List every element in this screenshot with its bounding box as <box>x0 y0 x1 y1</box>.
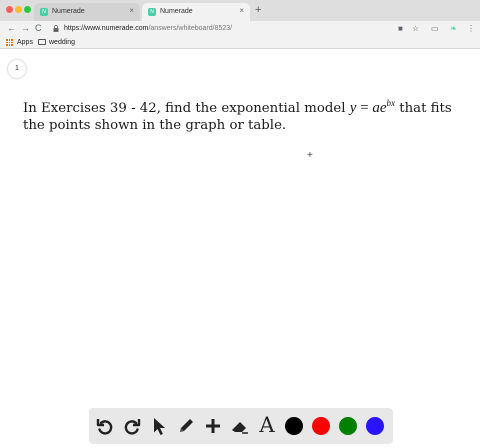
extension-icon[interactable]: ▭ <box>431 23 439 34</box>
back-button[interactable]: ← <box>7 22 16 34</box>
tab-title: Numerade <box>160 8 193 15</box>
close-window-button[interactable] <box>6 6 13 13</box>
bookmark-star-icon[interactable]: ☆ <box>412 23 419 34</box>
tab-close-icon[interactable]: × <box>129 6 134 16</box>
folder-icon[interactable] <box>38 39 46 45</box>
problem-text: In Exercises 39 - 42, find the exponenti… <box>23 95 475 134</box>
color-black-swatch[interactable] <box>285 417 303 435</box>
forward-button[interactable]: → <box>21 22 30 34</box>
browser-tab-bar: N Numerade × N Numerade × + <box>0 0 480 21</box>
zoom-window-button[interactable] <box>24 6 31 13</box>
pointer-icon[interactable] <box>149 416 169 436</box>
menu-icon[interactable]: ⋮ <box>467 23 475 34</box>
math-equals: = <box>356 100 373 116</box>
math-base: ae <box>372 100 387 116</box>
model-equation: y = aebx <box>350 98 396 116</box>
tab-title: Numerade <box>52 8 85 15</box>
bookmark-wedding[interactable]: wedding <box>49 38 75 47</box>
browser-toolbar: ← → C https://www.numerade.com/answers/w… <box>0 21 480 36</box>
browser-tab-2-active[interactable]: N Numerade × <box>142 3 250 21</box>
pen-icon[interactable] <box>176 416 196 436</box>
eraser-icon[interactable] <box>230 416 250 436</box>
reload-button[interactable]: C <box>35 22 42 34</box>
url-host: https://www.numerade.com <box>64 25 149 32</box>
math-exponent: bx <box>386 98 396 108</box>
page-number-badge[interactable]: 1 <box>8 60 26 78</box>
minimize-window-button[interactable] <box>15 6 22 13</box>
problem-prefix: In Exercises 39 - 42, find the exponenti… <box>23 101 350 116</box>
color-blue-swatch[interactable] <box>366 417 384 435</box>
extension-leaf-icon[interactable]: ❧ <box>450 23 457 34</box>
drawing-toolbar: A <box>89 408 393 444</box>
redo-icon[interactable] <box>122 416 142 436</box>
tab-close-icon[interactable]: × <box>239 6 244 16</box>
camera-icon[interactable]: ■ <box>398 23 403 34</box>
bookmark-apps[interactable]: Apps <box>17 38 33 47</box>
color-red-swatch[interactable] <box>312 417 330 435</box>
color-green-swatch[interactable] <box>339 417 357 435</box>
bookmarks-bar: Apps wedding <box>0 36 480 49</box>
address-bar[interactable]: https://www.numerade.com/answers/whitebo… <box>64 23 232 34</box>
new-tab-button[interactable]: + <box>255 3 261 17</box>
numerade-favicon-icon: N <box>40 8 48 16</box>
lock-icon <box>53 25 59 32</box>
crosshair-cursor-icon: + <box>307 150 313 161</box>
plus-icon[interactable] <box>203 416 223 436</box>
undo-icon[interactable] <box>95 416 115 436</box>
url-path: /answers/whiteboard/8523/ <box>148 25 233 32</box>
browser-tab-1[interactable]: N Numerade × <box>34 3 140 21</box>
text-tool-icon[interactable]: A <box>257 413 277 437</box>
apps-grid-icon[interactable] <box>6 39 13 46</box>
numerade-favicon-icon: N <box>148 8 156 16</box>
